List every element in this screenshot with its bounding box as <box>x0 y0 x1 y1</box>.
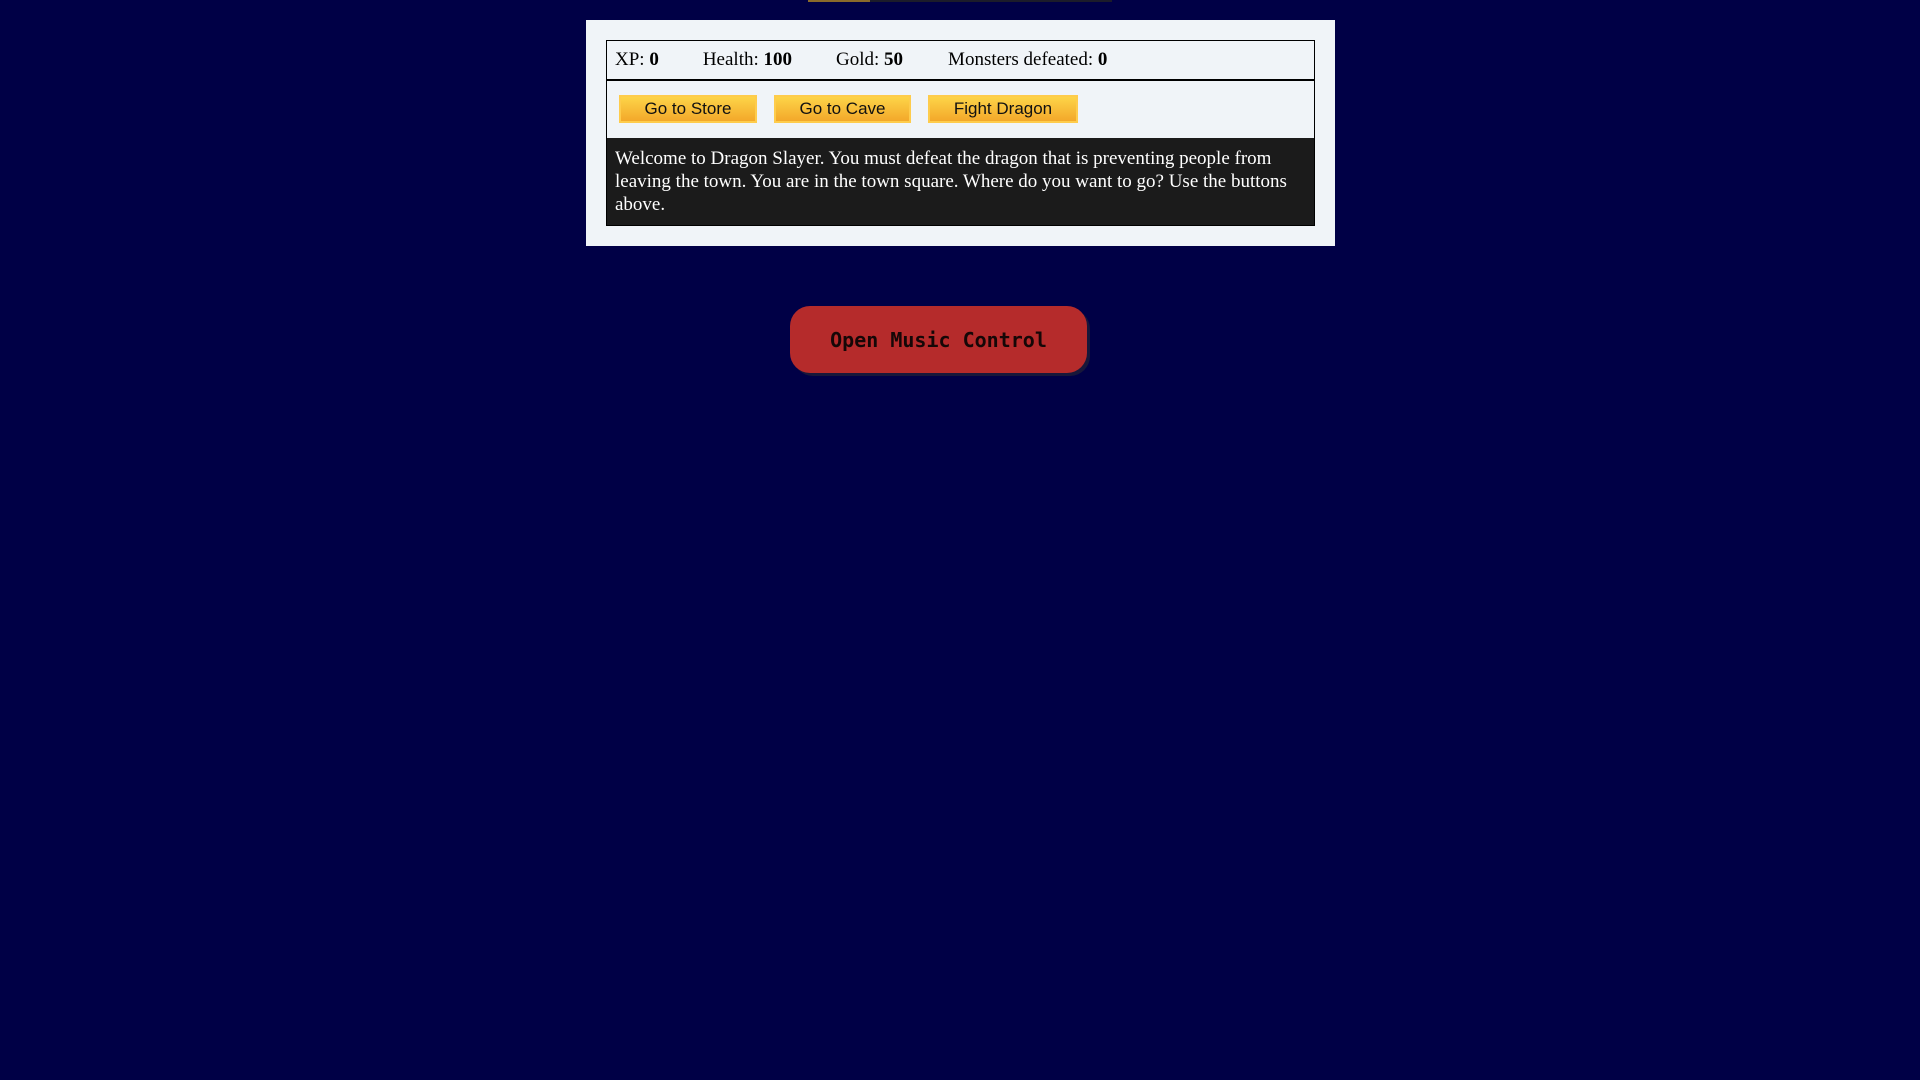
health-stat: Health: 100 <box>703 49 792 71</box>
gold-label: Gold: <box>836 49 885 70</box>
health-value: 100 <box>763 49 793 70</box>
top-edge-bar <box>808 0 1112 2</box>
xp-stat: XP: 0 <box>615 49 659 71</box>
xp-value: 0 <box>649 49 659 70</box>
fight-dragon-button[interactable]: Fight Dragon <box>928 95 1078 123</box>
game-frame: XP: 0 Health: 100 Gold: 50 Monsters defe… <box>606 40 1315 226</box>
game-panel: XP: 0 Health: 100 Gold: 50 Monsters defe… <box>586 20 1335 246</box>
go-to-cave-button[interactable]: Go to Cave <box>774 95 911 123</box>
top-edge-bar-accent <box>808 0 870 2</box>
gold-value: 50 <box>884 49 904 70</box>
controls-bar: Go to Store Go to Cave Fight Dragon <box>607 81 1314 137</box>
health-label: Health: <box>702 49 764 70</box>
monsters-label: Monsters defeated: <box>948 49 1098 70</box>
open-music-control-button[interactable]: Open Music Control <box>790 306 1087 373</box>
monsters-stat: Monsters defeated: 0 <box>948 49 1107 71</box>
stats-bar: XP: 0 Health: 100 Gold: 50 Monsters defe… <box>607 41 1314 81</box>
story-text: Welcome to Dragon Slayer. You must defea… <box>607 138 1314 225</box>
go-to-store-button[interactable]: Go to Store <box>619 95 757 123</box>
gold-stat: Gold: 50 <box>836 49 903 71</box>
xp-label: XP: <box>615 49 650 70</box>
monsters-value: 0 <box>1097 49 1108 70</box>
